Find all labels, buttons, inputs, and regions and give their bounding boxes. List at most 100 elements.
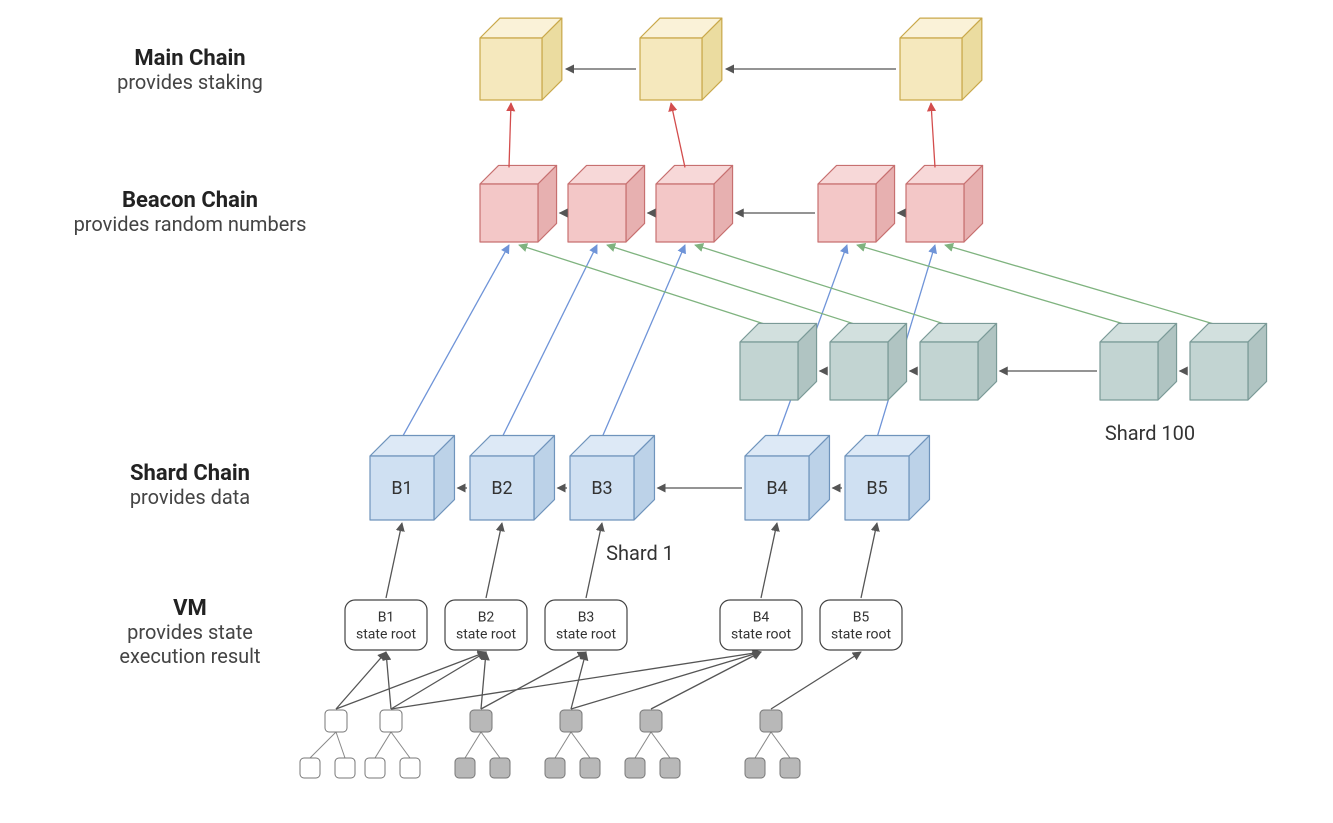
shard100-to-beacon — [857, 245, 1129, 325]
row-title: VM — [173, 596, 207, 621]
vm-box-5: B5state root — [820, 600, 902, 650]
svg-text:B1: B1 — [378, 610, 395, 626]
shard100-cube-4 — [1100, 323, 1177, 400]
svg-text:state root: state root — [456, 626, 516, 642]
beacon-cube-1 — [480, 165, 557, 242]
shard100-cube-2 — [830, 323, 907, 400]
shard1-cube-5-label: B5 — [866, 478, 887, 499]
shard-to-beacon — [402, 245, 509, 438]
shard1-label: Shard 1 — [606, 541, 674, 565]
tree-leaf-4 — [455, 758, 475, 778]
tree-leaf-2 — [365, 758, 385, 778]
tree-edge — [555, 732, 571, 758]
row-title: Main Chain — [134, 46, 245, 71]
tree-edge — [755, 732, 771, 758]
shard1-cube-2: B2 — [470, 436, 554, 520]
main-cube-2 — [640, 18, 722, 100]
tree-to-vm — [386, 652, 391, 709]
tree-leaf-6 — [545, 758, 565, 778]
tree-edge — [375, 732, 391, 758]
svg-text:B4: B4 — [753, 610, 770, 626]
tree-mid-1 — [380, 710, 402, 732]
tree-mid-0 — [325, 710, 347, 732]
architecture-diagram: B1B2B3B4B5 B1state rootB2state rootB3sta… — [0, 0, 1333, 823]
vm-box-1: B1state root — [345, 600, 427, 650]
shard1-cube-3-label: B3 — [591, 478, 612, 499]
beacon-cube-5 — [906, 165, 983, 242]
shard1-cube-4-label: B4 — [766, 478, 787, 499]
tree-leaf-1 — [335, 758, 355, 778]
shard1-cube-2-label: B2 — [491, 478, 512, 499]
shard1-cube-4: B4 — [745, 436, 829, 520]
vm-box-3: B3state root — [545, 600, 627, 650]
shard100-cube-1 — [740, 323, 817, 400]
tree-leaf-0 — [300, 758, 320, 778]
shard1-cube-1: B1 — [370, 436, 454, 520]
tree-edge — [465, 732, 481, 758]
tree-to-vm — [481, 652, 486, 709]
main-cube-1 — [480, 18, 562, 100]
shard1-cube-3: B3 — [570, 436, 654, 520]
tree-leaf-3 — [400, 758, 420, 778]
tree-to-vm — [481, 652, 586, 709]
tree-mid-3 — [560, 710, 582, 732]
beacon-cube-4 — [818, 165, 895, 242]
shard1-cube-1-label: B1 — [391, 478, 412, 499]
tree-mid-2 — [470, 710, 492, 732]
tree-edge — [635, 732, 651, 758]
svg-text:B5: B5 — [853, 610, 870, 626]
shard100-cube-3 — [920, 323, 997, 400]
svg-text:state root: state root — [356, 626, 416, 642]
row-subtitle: provides random numbers — [74, 212, 307, 236]
tree-leaf-8 — [625, 758, 645, 778]
beacon-to-main — [671, 103, 685, 167]
row-title: Beacon Chain — [122, 188, 258, 213]
tree-to-vm — [771, 652, 861, 709]
tree-edge — [651, 732, 670, 758]
tree-mid-4 — [640, 710, 662, 732]
tree-to-vm — [336, 652, 486, 709]
vm-to-shard — [761, 523, 777, 598]
svg-text:B2: B2 — [478, 610, 495, 626]
shard100-label: Shard 100 — [1105, 421, 1195, 445]
main-cube-3 — [900, 18, 982, 100]
row-subtitle: provides state — [127, 620, 253, 644]
shard-to-beacon — [502, 245, 597, 438]
vm-box-4: B4state root — [720, 600, 802, 650]
row-subtitle: provides data — [130, 485, 250, 509]
tree-edge — [771, 732, 790, 758]
shard1-cube-5: B5 — [845, 436, 929, 520]
tree-edge — [336, 732, 345, 758]
tree-leaf-10 — [745, 758, 765, 778]
row-title: Shard Chain — [130, 461, 250, 486]
svg-text:B3: B3 — [578, 610, 595, 626]
svg-text:state root: state root — [556, 626, 616, 642]
tree-leaf-9 — [660, 758, 680, 778]
tree-leaf-7 — [580, 758, 600, 778]
tree-leaf-5 — [490, 758, 510, 778]
vm-to-shard — [861, 523, 877, 598]
row-subtitle: execution result — [119, 644, 260, 668]
tree-leaf-11 — [780, 758, 800, 778]
vm-to-shard — [386, 523, 402, 598]
vm-to-shard — [586, 523, 602, 598]
shard100-cube-5 — [1190, 323, 1267, 400]
tree-edge — [391, 732, 410, 758]
tree-edge — [571, 732, 590, 758]
tree-to-vm — [391, 652, 486, 709]
tree-to-vm — [571, 652, 761, 709]
vm-box-2: B2state root — [445, 600, 527, 650]
shard100-to-beacon — [945, 245, 1219, 325]
svg-text:state root: state root — [731, 626, 791, 642]
beacon-cube-2 — [568, 165, 645, 242]
svg-text:state root: state root — [831, 626, 891, 642]
vm-to-shard — [486, 523, 502, 598]
tree-mid-5 — [760, 710, 782, 732]
row-subtitle: provides staking — [117, 70, 263, 94]
tree-to-vm — [336, 652, 386, 709]
tree-edge — [481, 732, 500, 758]
beacon-to-main — [931, 103, 935, 167]
beacon-cube-3 — [656, 165, 733, 242]
shard-to-beacon — [602, 245, 685, 438]
tree-edge — [310, 732, 336, 758]
